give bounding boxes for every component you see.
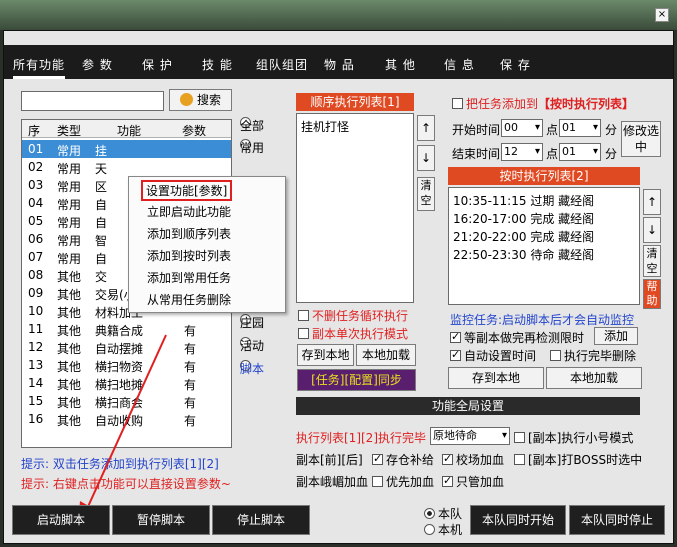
local-radio[interactable]: 本机 <box>424 521 462 538</box>
col-type: 类型 <box>57 124 82 138</box>
seq-list-title: 顺序执行列表[1] <box>296 93 414 111</box>
help-button[interactable]: 帮助 <box>643 279 661 309</box>
only-hp-check[interactable]: 只管加血 <box>442 473 504 490</box>
min-label-2: 分 <box>605 147 618 161</box>
tab-protect[interactable]: 保 护 <box>142 56 173 73</box>
search-button-label: 搜索 <box>196 93 221 107</box>
menu-del-common[interactable]: 从常用任务删除 <box>147 291 231 308</box>
storage-check[interactable]: 存仓补给 <box>372 451 434 468</box>
team-start-button[interactable]: 本队同时开始 <box>470 505 566 535</box>
context-menu: 设置功能[参数] 立即启动此功能 添加到顺序列表 添加到按时列表 添加到常用任务… <box>128 176 286 313</box>
seq-save-button[interactable]: 存到本地 <box>297 344 354 366</box>
hour-label: 点 <box>546 123 559 137</box>
table-row[interactable]: 02 常用天 <box>22 158 231 176</box>
ridge-hp-label: 副本峨嵋加血 <box>296 475 369 489</box>
menu-start-now[interactable]: 立即启动此功能 <box>147 203 231 220</box>
timed-down-button[interactable]: ↓ <box>643 217 661 243</box>
menu-add-common[interactable]: 添加到常用任务 <box>147 269 231 286</box>
timed-save-button[interactable]: 存到本地 <box>448 367 544 389</box>
col-func: 功能 <box>117 124 142 138</box>
field-hp-check[interactable]: 校场加血 <box>442 451 504 468</box>
tab-info[interactable]: 信 息 <box>444 56 475 73</box>
end-hour-select[interactable]: 12 <box>501 143 543 161</box>
auto-time-check[interactable]: 自动设置时间 <box>450 347 536 364</box>
list-item[interactable]: 22:50-23:30 待命 藏经阁 <box>453 246 594 263</box>
start-min-select[interactable]: 01 <box>559 119 601 137</box>
seq-list[interactable]: 挂机打怪 <box>296 113 414 303</box>
start-script-button[interactable]: 启动脚本 <box>12 505 110 535</box>
end-time-label: 结束时间 <box>452 147 501 161</box>
close-icon[interactable]: × <box>655 8 669 22</box>
main-window: 所有功能 参 数 保 护 技 能 组队组团 物 品 其 他 信 息 保 存 搜索… <box>3 30 674 544</box>
col-no: 序 <box>28 124 41 138</box>
wait-dungeon-check[interactable]: 等副本做完再检测限时 <box>450 329 584 346</box>
sync-button[interactable]: [任务][配置]同步 <box>297 369 416 391</box>
team-radio[interactable]: 本队 <box>424 505 462 522</box>
seq-clear-button[interactable]: 清空 <box>417 177 435 211</box>
timed-clear-button[interactable]: 清空 <box>643 245 661 277</box>
list-item[interactable]: 10:35-11:15 过期 藏经阁 <box>453 192 594 209</box>
nav-bar: 所有功能 参 数 保 护 技 能 组队组团 物 品 其 他 信 息 保 存 <box>4 45 673 79</box>
menu-set-params[interactable]: 设置功能[参数] <box>141 180 233 201</box>
search-icon <box>179 93 193 106</box>
exec-done-label: 执行列表[1][2]执行完毕 <box>296 431 426 445</box>
list-item[interactable]: 挂机打怪 <box>301 118 349 135</box>
delete-done-check[interactable]: 执行完毕删除 <box>550 347 636 364</box>
exec-done-select[interactable]: 原地待命 <box>430 427 510 445</box>
seq-load-button[interactable]: 本地加载 <box>356 344 416 366</box>
tab-params[interactable]: 参 数 <box>82 56 113 73</box>
table-row[interactable]: 01 常用挂 <box>22 140 231 158</box>
timed-list[interactable]: 10:35-11:15 过期 藏经阁 16:20-17:00 完成 藏经阁 21… <box>448 187 640 305</box>
arrow-annotation <box>78 334 167 525</box>
pause-script-button[interactable]: 暂停脚本 <box>112 505 210 535</box>
tab-items[interactable]: 物 品 <box>324 56 355 73</box>
table-header: 序 类型 功能 参数 <box>22 120 231 138</box>
timed-load-button[interactable]: 本地加载 <box>546 367 642 389</box>
tab-other[interactable]: 其 他 <box>385 56 416 73</box>
seq-up-button[interactable]: ↑ <box>417 115 435 141</box>
title-bar <box>0 0 677 30</box>
monitor-hint: 监控任务:启动脚本后才会自动监控 <box>450 313 635 327</box>
global-settings-title: 功能全局设置 <box>296 397 640 415</box>
end-min-select[interactable]: 01 <box>559 143 601 161</box>
search-input[interactable] <box>21 91 164 111</box>
start-hour-select[interactable]: 00 <box>501 119 543 137</box>
list-item[interactable]: 16:20-17:00 完成 藏经阁 <box>453 210 594 227</box>
tab-save[interactable]: 保 存 <box>500 56 531 73</box>
tab-skills[interactable]: 技 能 <box>202 56 233 73</box>
modify-selected-button[interactable]: 修改选中 <box>621 121 661 157</box>
team-stop-button[interactable]: 本队同时停止 <box>569 505 665 535</box>
no-delete-loop[interactable]: 不删任务循环执行 <box>298 307 408 324</box>
search-button[interactable]: 搜索 <box>169 89 232 111</box>
seq-down-button[interactable]: ↓ <box>417 145 435 171</box>
timed-up-button[interactable]: ↑ <box>643 189 661 215</box>
boss-fight-check[interactable]: [副本]打BOSS时选中 <box>514 451 642 468</box>
monitor-add-button[interactable]: 添加 <box>594 327 638 345</box>
menu-add-timed[interactable]: 添加到按时列表 <box>147 247 231 264</box>
hour-label-2: 点 <box>546 147 559 161</box>
col-param: 参数 <box>182 124 207 138</box>
start-time-label: 开始时间 <box>452 123 501 137</box>
stop-script-button[interactable]: 停止脚本 <box>212 505 310 535</box>
menu-add-seq[interactable]: 添加到顺序列表 <box>147 225 231 242</box>
small-mode-check[interactable]: [副本]执行小号模式 <box>514 429 633 446</box>
list-item[interactable]: 21:20-22:00 完成 藏经阁 <box>453 228 594 245</box>
tab-team[interactable]: 组队组团 <box>256 56 308 73</box>
single-mode[interactable]: 副本单次执行模式 <box>298 325 408 342</box>
timed-list-title: 按时执行列表[2] <box>448 167 640 185</box>
add-to-timed[interactable]: 把任务添加到【按时执行列表】 <box>452 95 634 112</box>
tab-all[interactable]: 所有功能 <box>13 56 66 79</box>
min-label: 分 <box>605 123 618 137</box>
front-back-label: 副本[前][后] <box>296 453 363 467</box>
prio-hp-check[interactable]: 优先加血 <box>372 473 434 490</box>
